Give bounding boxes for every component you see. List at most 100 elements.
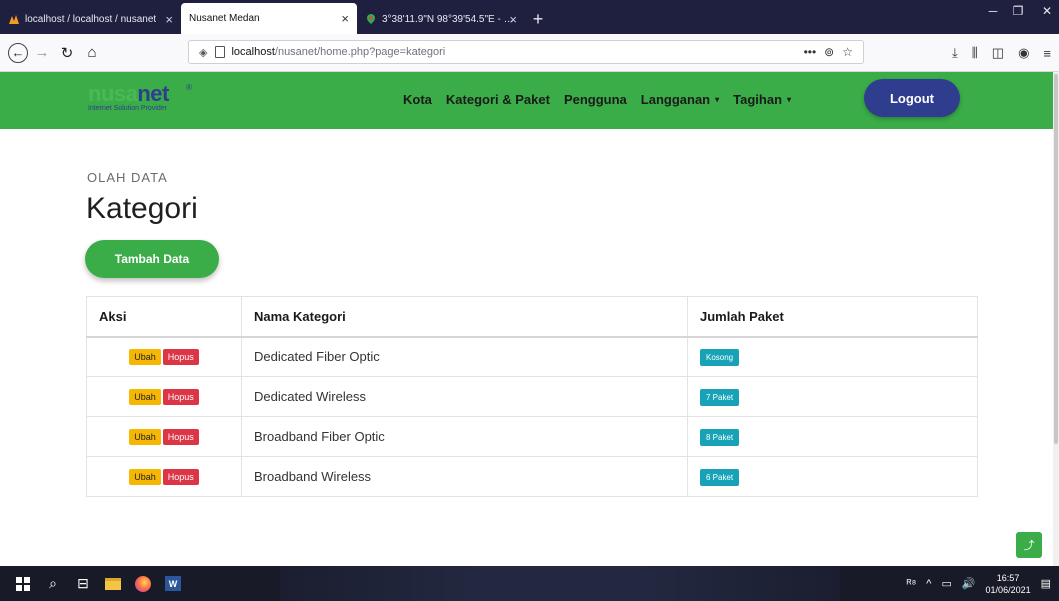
nusanet-logo[interactable]: nusanet ® Internet Solution Provider (88, 81, 208, 115)
search-icon[interactable]: ⌕ (38, 566, 68, 601)
screen: localhost / localhost / nusanet × Nusane… (0, 0, 1059, 601)
page-eyebrow: OLAH DATA (87, 170, 168, 185)
menu-item-label: Langganan (640, 91, 711, 107)
delete-button[interactable]: Hopus (162, 389, 199, 405)
package-count-cell: 7 Paket (687, 376, 978, 417)
package-count-badge: 8 Paket (700, 428, 740, 446)
back-icon[interactable]: ← (8, 42, 28, 63)
menu-item-tagihan[interactable]: Tagihan ▾ (733, 92, 791, 107)
home-icon[interactable]: ⌂ (81, 42, 103, 64)
clock-date: 01/06/2021 (985, 584, 1031, 595)
package-count-cell: Kosong (687, 336, 978, 377)
library-icon[interactable]: ⫼ (972, 45, 978, 61)
tab-title: Nusanet Medan (189, 13, 260, 24)
logo-text-strong: net (137, 81, 169, 106)
site-header: nusanet ® Internet Solution Provider Kot… (0, 72, 1053, 129)
window-close-icon[interactable]: ✕ (1032, 0, 1059, 22)
notifications-icon[interactable]: ▤ (1041, 577, 1051, 590)
package-count-cell: 8 Paket (687, 416, 978, 457)
page-info-icon[interactable] (215, 46, 226, 58)
account-icon[interactable]: ◉ (1018, 45, 1029, 61)
category-table: Aksi Nama Kategori Jumlah Paket Ubah Hopu… (86, 296, 978, 497)
file-explorer-icon[interactable] (98, 566, 128, 601)
map-pin-icon (367, 14, 375, 24)
clock-time: 16:57 (996, 572, 1020, 583)
clock[interactable]: 16:57 01/06/2021 (986, 572, 1031, 596)
word-icon[interactable]: W (158, 566, 188, 601)
menu-item-langganan[interactable]: Langganan ▾ (641, 92, 719, 107)
table-row: Ubah Hopus Broadband Fiber Optic 8 Paket (86, 416, 978, 457)
action-cell: Ubah Hopus (86, 376, 242, 417)
category-name: Dedicated Wireless (241, 376, 688, 417)
url-path: /nusanet/home.php?page=kategori (274, 46, 446, 58)
menu-item-kategori-paket[interactable]: Kategori & Paket (446, 92, 550, 107)
tab-phpmyadmin[interactable]: localhost / localhost / nusanet × (0, 4, 181, 34)
edit-button[interactable]: Ubah (129, 429, 161, 445)
system-tray: ᴿ⁸ ^ ▭ 🔊 16:57 01/06/2021 ▤ (907, 566, 1051, 601)
volume-icon[interactable]: 🔊 (962, 577, 976, 590)
edit-button[interactable]: Ubah (129, 389, 161, 405)
browser-nav-bar: ← → ↻ ⌂ ◈ localhost/nusanet/home.php?pag… (0, 34, 1059, 72)
page-title: Kategori (86, 192, 198, 225)
pocket-icon[interactable]: ⊚ (824, 45, 834, 59)
logo-registered-mark: ® (186, 83, 192, 92)
delete-button[interactable]: Hopus (162, 349, 199, 366)
category-name: Broadband Fiber Optic (241, 416, 688, 457)
column-header-aksi: Aksi (86, 296, 242, 338)
menu-icon[interactable]: ≡ (1043, 46, 1051, 61)
action-cell: Ubah Hopus (86, 456, 242, 497)
windows-start-icon[interactable] (8, 566, 38, 601)
page-actions-icon[interactable]: ••• (804, 45, 817, 59)
column-header-jumlah-paket: Jumlah Paket (687, 296, 978, 338)
menu-item-label: Kota (403, 91, 432, 107)
edit-button[interactable]: Ubah (129, 349, 161, 366)
close-icon[interactable]: × (165, 13, 173, 26)
table-row: Ubah Hopus Dedicated Fiber Optic Kosong (86, 336, 978, 377)
main-menu: Kota Kategori & Paket Pengguna Langganan… (403, 72, 805, 126)
tab-google-maps[interactable]: 3°38'11.9"N 98°39'54.5"E - Goo × (357, 4, 525, 34)
page-viewport: nusanet ® Internet Solution Provider Kot… (0, 72, 1059, 566)
browser-tab-strip: localhost / localhost / nusanet × Nusane… (0, 0, 1059, 34)
taskbar-background (280, 566, 840, 601)
bookmark-star-icon[interactable]: ☆ (842, 45, 853, 59)
people-icon[interactable]: ᴿ⁸ (907, 578, 917, 590)
scrollbar-thumb[interactable] (1054, 74, 1058, 444)
scroll-to-top-button[interactable]: ⤴ (1016, 532, 1042, 558)
add-data-button[interactable]: Tambah Data (85, 240, 219, 278)
firefox-icon[interactable] (128, 566, 158, 601)
downloads-icon[interactable]: ⤓ (952, 45, 958, 61)
logout-button[interactable]: Logout (864, 79, 960, 117)
logo-text-faint: nusa (88, 81, 138, 106)
delete-button[interactable]: Hopus (162, 429, 199, 445)
package-count-badge: Kosong (700, 348, 740, 366)
edit-button[interactable]: Ubah (129, 469, 161, 485)
delete-button[interactable]: Hopus (162, 469, 199, 485)
package-count-badge: 6 Paket (700, 468, 740, 486)
action-cell: Ubah Hopus (86, 336, 242, 377)
tab-nusanet-medan[interactable]: Nusanet Medan × (181, 3, 357, 34)
menu-item-kota[interactable]: Kota (403, 92, 432, 107)
new-tab-button[interactable]: + (525, 4, 551, 34)
chevron-up-icon[interactable]: ^ (926, 578, 931, 590)
maximize-icon[interactable]: ❐ (1003, 0, 1033, 22)
action-cell: Ubah Hopus (86, 416, 242, 457)
phpmyadmin-icon (9, 15, 19, 24)
category-name: Dedicated Fiber Optic (241, 336, 688, 377)
menu-item-label: Pengguna (563, 91, 627, 107)
menu-item-pengguna[interactable]: Pengguna (564, 92, 627, 107)
reload-icon[interactable]: ↻ (56, 42, 78, 64)
tracking-shield-icon[interactable]: ◈ (199, 46, 207, 59)
close-icon[interactable]: × (341, 12, 349, 25)
chevron-down-icon: ▾ (715, 94, 720, 104)
os-taskbar: ⌕ ⊟ W ᴿ⁸ ^ ▭ 🔊 16:57 01/06/2021 ▤ (0, 566, 1059, 601)
tab-title: 3°38'11.9"N 98°39'54.5"E - Goo (382, 13, 517, 25)
forward-icon[interactable]: → (31, 42, 53, 64)
windows-logo-icon (16, 576, 30, 591)
task-view-icon[interactable]: ⊟ (68, 566, 98, 601)
battery-icon[interactable]: ▭ (941, 577, 951, 590)
page-scrollbar[interactable] (1053, 72, 1059, 566)
address-bar[interactable]: ◈ localhost/nusanet/home.php?page=katego… (188, 40, 864, 64)
url-host: localhost (231, 46, 275, 58)
sidebar-icon[interactable]: ◫ (992, 45, 1004, 61)
close-icon[interactable]: × (509, 13, 517, 26)
